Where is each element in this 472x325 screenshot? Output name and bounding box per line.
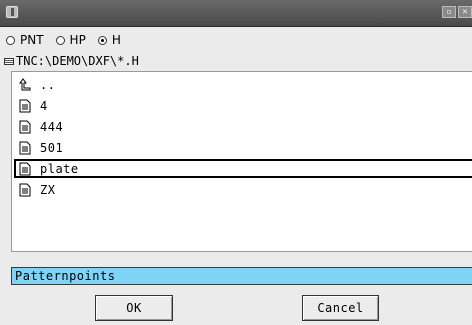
list-item[interactable]: 444 bbox=[14, 117, 472, 136]
app-icon bbox=[6, 6, 18, 18]
parent-folder-icon bbox=[19, 77, 31, 90]
file-dialog: PNT HP H TNC:\DEMO\DXF\*.H .. 4 444 501 … bbox=[0, 27, 472, 325]
title-bar: ▫ ✕ bbox=[0, 0, 472, 27]
list-item-label: 501 bbox=[40, 140, 64, 155]
file-icon bbox=[19, 162, 31, 175]
radio-label: HP bbox=[69, 33, 86, 47]
path-label: TNC:\DEMO\DXF\*.H bbox=[16, 54, 139, 68]
window-controls: ▫ ✕ bbox=[442, 6, 472, 19]
radio-h[interactable]: H bbox=[97, 33, 121, 47]
list-item-label: plate bbox=[40, 161, 79, 176]
list-item-parent[interactable]: .. bbox=[14, 75, 472, 94]
minimize-icon[interactable]: ▫ bbox=[442, 6, 456, 18]
file-icon bbox=[19, 120, 31, 133]
list-item-label: 444 bbox=[40, 119, 64, 134]
filename-input[interactable]: Patternpoints bbox=[11, 267, 472, 285]
file-icon bbox=[19, 141, 31, 154]
file-icon bbox=[19, 99, 31, 112]
radio-label: PNT bbox=[20, 33, 44, 47]
list-item-label: .. bbox=[40, 77, 56, 92]
list-item-selected[interactable]: plate bbox=[14, 159, 472, 178]
radio-circle-icon bbox=[6, 35, 15, 45]
radio-hp[interactable]: HP bbox=[55, 33, 86, 47]
cancel-button[interactable]: Cancel bbox=[302, 295, 379, 321]
radio-label: H bbox=[111, 33, 121, 47]
list-item-label: ZX bbox=[40, 182, 56, 197]
filter-radio-group: PNT HP H bbox=[6, 31, 133, 49]
list-item[interactable]: ZX bbox=[14, 180, 472, 199]
close-icon[interactable]: ✕ bbox=[458, 6, 472, 18]
drive-icon bbox=[4, 57, 14, 65]
radio-checked-icon bbox=[97, 35, 107, 45]
ok-button[interactable]: OK bbox=[95, 295, 173, 321]
current-path: TNC:\DEMO\DXF\*.H bbox=[4, 53, 139, 69]
radio-circle-icon bbox=[55, 35, 65, 45]
file-icon bbox=[19, 183, 31, 196]
list-item-label: 4 bbox=[40, 98, 48, 113]
list-item[interactable]: 4 bbox=[14, 96, 472, 115]
file-list[interactable]: .. 4 444 501 plate ZX bbox=[11, 71, 472, 252]
list-item[interactable]: 501 bbox=[14, 138, 472, 157]
radio-pnt[interactable]: PNT bbox=[6, 33, 44, 47]
